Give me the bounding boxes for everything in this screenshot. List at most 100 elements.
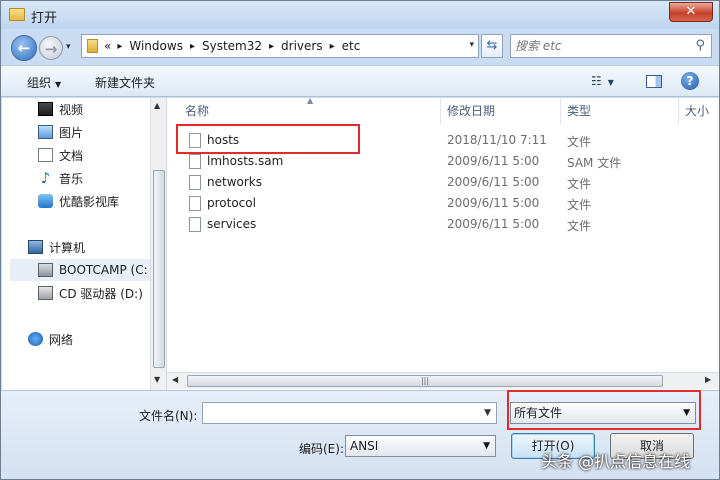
- nav-item-label: 网络: [49, 332, 74, 347]
- watermark: 头条 @扒点信息在线: [541, 452, 691, 471]
- search-icon[interactable]: ⚲: [695, 38, 705, 53]
- nav-item-bootcamp[interactable]: BOOTCAMP (C:: [10, 259, 150, 281]
- scroll-down-icon[interactable]: ▼: [154, 375, 160, 384]
- nav-item-label: 计算机: [49, 240, 86, 255]
- address-dropdown-icon[interactable]: ▾: [469, 40, 474, 50]
- breadcrumb-etc[interactable]: etc: [342, 39, 361, 53]
- column-header-modified[interactable]: 修改日期: [441, 98, 561, 124]
- breadcrumb-system32[interactable]: System32: [202, 39, 262, 53]
- file-name: services: [207, 217, 257, 231]
- search-box[interactable]: ⚲: [510, 34, 712, 58]
- nav-item-network[interactable]: 网络: [28, 328, 73, 350]
- forward-button[interactable]: →: [39, 36, 63, 60]
- chevron-right-icon: ▸: [117, 40, 123, 52]
- nav-item-computer[interactable]: 计算机: [28, 236, 85, 258]
- file-name: networks: [207, 175, 262, 189]
- help-icon[interactable]: ?: [681, 72, 699, 90]
- address-row: ← → ▾ « ▸ Windows ▸ System32 ▸ drivers ▸…: [1, 29, 719, 65]
- encoding-select[interactable]: ANSI ▼: [345, 435, 496, 457]
- file-icon: [189, 217, 201, 232]
- nav-item-label: 音乐: [59, 171, 84, 186]
- nav-item-label: BOOTCAMP (C:: [59, 263, 148, 277]
- filename-field[interactable]: ▼: [202, 402, 497, 424]
- arrow-right-icon: →: [44, 40, 58, 58]
- new-folder-button[interactable]: 新建文件夹: [95, 74, 155, 91]
- breadcrumb: « ▸ Windows ▸ System32 ▸ drivers ▸ etc: [104, 39, 360, 53]
- arrow-left-icon: ←: [17, 39, 31, 57]
- breadcrumb-overflow[interactable]: «: [104, 39, 111, 53]
- scroll-thumb[interactable]: [153, 170, 165, 368]
- nav-item-youku[interactable]: 优酷影视库: [38, 190, 119, 212]
- hosts-highlight-box: [176, 124, 360, 154]
- organize-menu[interactable]: 组织 ▼: [27, 74, 61, 91]
- file-row-lmhosts[interactable]: lmhosts.sam 2009/6/11 5:00 SAM 文件: [175, 151, 715, 172]
- window-title: 打开: [31, 11, 58, 26]
- scroll-left-icon[interactable]: ◀: [172, 375, 178, 384]
- nav-item-music[interactable]: ♪ 音乐: [38, 167, 83, 189]
- file-type: 文件: [567, 177, 592, 191]
- view-icon: ☷: [591, 74, 602, 88]
- scroll-up-icon[interactable]: ▲: [154, 101, 160, 110]
- nav-item-label: 图片: [59, 125, 84, 140]
- address-bar[interactable]: « ▸ Windows ▸ System32 ▸ drivers ▸ etc ▾: [81, 34, 479, 58]
- file-row-protocol[interactable]: protocol 2009/6/11 5:00 文件: [175, 193, 715, 214]
- scroll-right-icon[interactable]: ▶: [705, 375, 711, 384]
- file-row-services[interactable]: services 2009/6/11 5:00 文件: [175, 214, 715, 235]
- close-button[interactable]: ✕: [669, 2, 713, 22]
- file-date: 2018/11/10 7:11: [447, 133, 547, 147]
- chevron-down-icon: ▼: [607, 78, 614, 87]
- file-date: 2009/6/11 5:00: [447, 154, 540, 168]
- nav-item-pictures[interactable]: 图片: [38, 121, 83, 143]
- nav-item-label: 文档: [59, 148, 84, 163]
- file-row-networks[interactable]: networks 2009/6/11 5:00 文件: [175, 172, 715, 193]
- file-icon: [189, 154, 201, 169]
- column-header-size[interactable]: 大小: [679, 98, 719, 124]
- chevron-right-icon[interactable]: ▸: [269, 41, 274, 52]
- horizontal-scrollbar[interactable]: ◀ ||| ▶: [167, 372, 719, 389]
- chevron-right-icon[interactable]: ▸: [190, 41, 195, 52]
- chevron-down-icon: ▼: [483, 441, 490, 451]
- encoding-label: 编码(E):: [299, 442, 344, 456]
- column-header-type[interactable]: 类型: [561, 98, 679, 124]
- refresh-icon: ⇆: [486, 38, 498, 53]
- history-dropdown-icon[interactable]: ▾: [66, 42, 71, 52]
- title-bar: 打开 ✕: [1, 1, 719, 29]
- breadcrumb-drivers[interactable]: drivers: [281, 39, 323, 53]
- sort-ascending-icon: ▲: [307, 98, 314, 105]
- filetype-highlight-box: [507, 390, 701, 430]
- nav-item-videos[interactable]: 视频: [38, 98, 83, 120]
- scroll-thumb[interactable]: |||: [187, 375, 663, 387]
- picture-icon: [38, 125, 53, 139]
- file-type: 文件: [567, 219, 592, 233]
- nav-item-label: CD 驱动器 (D:): [59, 286, 143, 301]
- file-name: lmhosts.sam: [207, 154, 284, 168]
- search-input[interactable]: [515, 38, 685, 54]
- cd-drive-icon: [38, 286, 53, 300]
- file-date: 2009/6/11 5:00: [447, 175, 540, 189]
- drive-icon: [38, 263, 53, 277]
- file-icon: [189, 175, 201, 190]
- nav-scrollbar[interactable]: ▲ ▼: [150, 98, 166, 390]
- youku-icon: [38, 194, 53, 208]
- music-icon: ♪: [40, 169, 51, 187]
- breadcrumb-windows[interactable]: Windows: [129, 39, 183, 53]
- change-view-button[interactable]: ☷ ▼: [591, 74, 614, 88]
- navigation-pane: 视频 图片 文档 ♪ 音乐 优酷影视库 计算机 BOOTCAMP (C: CD 驱…: [2, 98, 150, 390]
- refresh-button[interactable]: ⇆: [481, 34, 503, 58]
- organize-label: 组织: [27, 76, 52, 90]
- chevron-right-icon[interactable]: ▸: [330, 41, 335, 52]
- filename-label: 文件名(N):: [139, 409, 198, 423]
- file-type: 文件: [567, 198, 592, 212]
- document-icon: [38, 148, 53, 162]
- nav-item-label: 视频: [59, 102, 84, 117]
- preview-pane-icon[interactable]: [646, 75, 662, 88]
- nav-item-cd-drive[interactable]: CD 驱动器 (D:): [38, 282, 143, 304]
- file-name: protocol: [207, 196, 256, 210]
- nav-item-documents[interactable]: 文档: [38, 144, 83, 166]
- back-button[interactable]: ←: [11, 35, 37, 61]
- open-dialog: 打开 ✕ ← → ▾ « ▸ Windows ▸ System32 ▸ driv…: [0, 0, 720, 480]
- file-type: SAM 文件: [567, 156, 622, 170]
- encoding-value: ANSI: [350, 439, 379, 453]
- file-date: 2009/6/11 5:00: [447, 217, 540, 231]
- chevron-down-icon[interactable]: ▼: [484, 408, 491, 418]
